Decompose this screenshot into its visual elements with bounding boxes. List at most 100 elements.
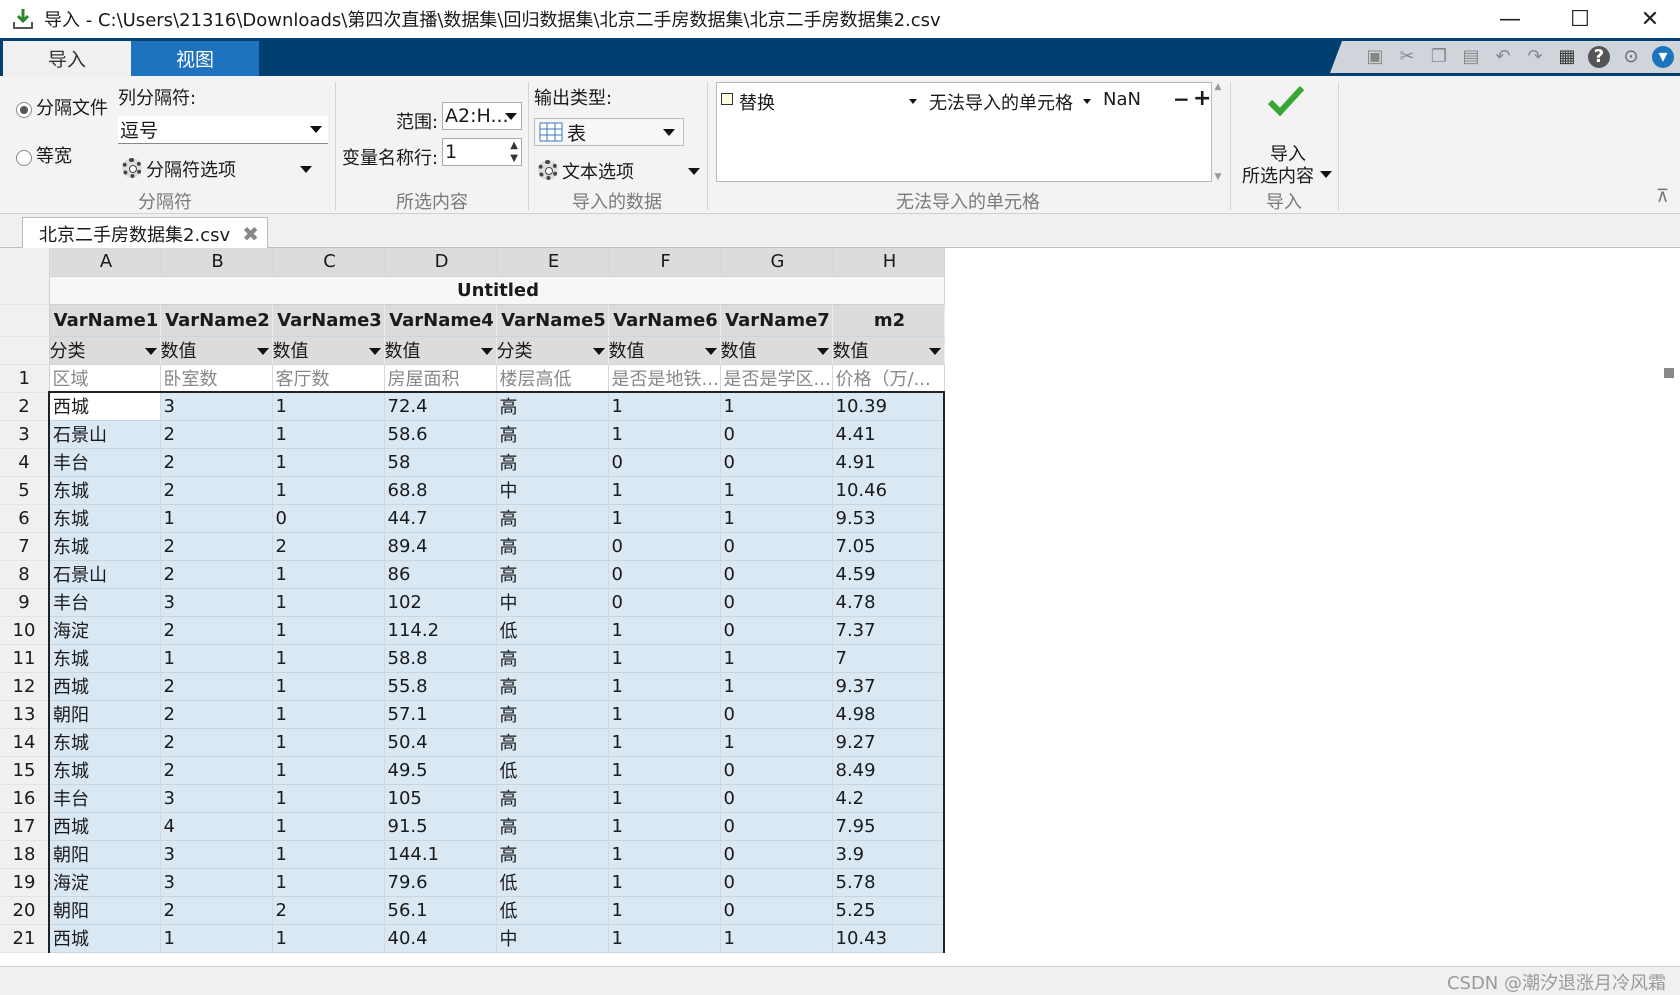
cut-icon[interactable]: ✂ <box>1396 46 1418 68</box>
cell[interactable]: 是否是学区... <box>720 364 833 393</box>
cell[interactable]: 高 <box>496 644 609 673</box>
cell[interactable]: 2 <box>272 532 385 561</box>
chevron-down-icon[interactable] <box>688 168 700 175</box>
rule-value[interactable]: NaN <box>1103 89 1141 110</box>
cell[interactable]: 1 <box>272 672 385 701</box>
cell[interactable]: 102 <box>384 588 497 617</box>
cell[interactable]: 低 <box>496 756 609 785</box>
row-number[interactable]: 12 <box>0 672 50 701</box>
rule-condition[interactable]: 无法导入的单元格 <box>929 89 1073 115</box>
cell[interactable]: 40.4 <box>384 924 497 953</box>
rule-checkbox[interactable] <box>721 93 733 105</box>
cell[interactable]: 3 <box>160 784 273 813</box>
cell[interactable]: 0 <box>720 784 833 813</box>
cell[interactable]: 1 <box>608 868 721 897</box>
var-name-2[interactable]: VarName2 <box>160 304 273 337</box>
type-dropdown-3[interactable]: 数值 <box>272 336 385 365</box>
cell[interactable]: 房屋面积 <box>384 364 497 393</box>
cell[interactable]: 0 <box>720 532 833 561</box>
column-header-a[interactable]: A <box>49 248 161 277</box>
cell[interactable]: 0 <box>720 868 833 897</box>
cell[interactable]: 区域 <box>49 364 161 393</box>
row-number[interactable]: 16 <box>0 784 50 813</box>
help-icon[interactable]: ? <box>1588 46 1610 68</box>
rules-scrollbar[interactable]: ▲ ▼ <box>1212 82 1224 182</box>
var-name-5[interactable]: VarName5 <box>496 304 609 337</box>
cell[interactable]: 10.39 <box>832 391 945 421</box>
cell[interactable]: 高 <box>496 672 609 701</box>
delimiter-options-button[interactable]: 分隔符选项 <box>146 156 236 182</box>
row-number[interactable]: 6 <box>0 504 50 533</box>
cell[interactable]: 0 <box>720 840 833 869</box>
row-number[interactable]: 2 <box>0 392 50 421</box>
cell[interactable]: 7.95 <box>832 812 945 841</box>
cell[interactable]: 1 <box>608 728 721 757</box>
tab-import[interactable]: 导入 <box>3 41 131 76</box>
delimited-radio[interactable] <box>16 102 32 118</box>
row-number[interactable]: 1 <box>0 364 50 393</box>
cell[interactable]: 4.91 <box>832 448 945 477</box>
cell[interactable]: 丰台 <box>48 448 161 477</box>
cell[interactable]: 2 <box>160 420 273 449</box>
cell[interactable]: 1 <box>160 924 273 953</box>
cell[interactable]: 1 <box>608 672 721 701</box>
column-header-d[interactable]: D <box>384 248 497 277</box>
cell[interactable]: 2 <box>160 616 273 645</box>
cell[interactable]: 中 <box>496 476 609 505</box>
maximize-button[interactable]: ☐ <box>1545 0 1615 38</box>
cell[interactable]: 高 <box>496 504 609 533</box>
cell[interactable]: 中 <box>496 588 609 617</box>
cell[interactable]: 高 <box>496 420 609 449</box>
cell[interactable]: 1 <box>608 812 721 841</box>
cell[interactable]: 1 <box>272 448 385 477</box>
cell[interactable]: 西城 <box>48 391 161 421</box>
row-number[interactable]: 10 <box>0 616 50 645</box>
cell[interactable]: 1 <box>272 588 385 617</box>
cell[interactable]: 高 <box>496 784 609 813</box>
cell[interactable]: 4 <box>160 812 273 841</box>
cell[interactable]: 3 <box>160 840 273 869</box>
cell[interactable]: 1 <box>720 644 833 673</box>
type-dropdown-5[interactable]: 分类 <box>496 336 609 365</box>
cell[interactable]: 4.78 <box>832 588 945 617</box>
cell[interactable]: 8.49 <box>832 756 945 785</box>
cell[interactable]: 低 <box>496 896 609 925</box>
cell[interactable]: 西城 <box>48 672 161 701</box>
rules-list[interactable]: 替换 无法导入的单元格 NaN − + <box>716 82 1212 182</box>
cell[interactable]: 1 <box>272 840 385 869</box>
cell[interactable]: 4.59 <box>832 560 945 589</box>
row-number[interactable]: 9 <box>0 588 50 617</box>
cell[interactable]: 114.2 <box>384 616 497 645</box>
cell[interactable]: 4.98 <box>832 700 945 729</box>
cell[interactable]: 9.37 <box>832 672 945 701</box>
cell[interactable]: 1 <box>608 644 721 673</box>
cell[interactable]: 57.1 <box>384 700 497 729</box>
output-type-dropdown[interactable]: 表 <box>534 118 684 146</box>
cell[interactable]: 0 <box>608 560 721 589</box>
cell[interactable]: 东城 <box>48 728 161 757</box>
row-number[interactable]: 17 <box>0 812 50 841</box>
cell[interactable]: 58.6 <box>384 420 497 449</box>
ribbon-menu-icon[interactable]: ▾ <box>1652 46 1674 68</box>
cell[interactable]: 低 <box>496 616 609 645</box>
cell[interactable]: 2 <box>160 476 273 505</box>
varname-row-stepper[interactable]: 1 ▲ ▼ <box>442 138 522 166</box>
cell[interactable]: 高 <box>496 700 609 729</box>
cell[interactable]: 1 <box>272 812 385 841</box>
row-number[interactable]: 18 <box>0 840 50 869</box>
column-header-g[interactable]: G <box>720 248 833 277</box>
cell[interactable]: 高 <box>496 391 609 421</box>
cell[interactable]: 7 <box>832 644 945 673</box>
cell[interactable]: 0 <box>720 616 833 645</box>
cell[interactable]: 2 <box>160 728 273 757</box>
row-number[interactable]: 4 <box>0 448 50 477</box>
row-number[interactable]: 21 <box>0 924 50 953</box>
row-number[interactable]: 8 <box>0 560 50 589</box>
cell[interactable]: 86 <box>384 560 497 589</box>
cell[interactable]: 9.53 <box>832 504 945 533</box>
cell[interactable]: 1 <box>608 504 721 533</box>
cell[interactable]: 卧室数 <box>160 364 273 393</box>
row-number[interactable]: 15 <box>0 756 50 785</box>
cell[interactable]: 朝阳 <box>48 700 161 729</box>
cell[interactable]: 0 <box>608 588 721 617</box>
